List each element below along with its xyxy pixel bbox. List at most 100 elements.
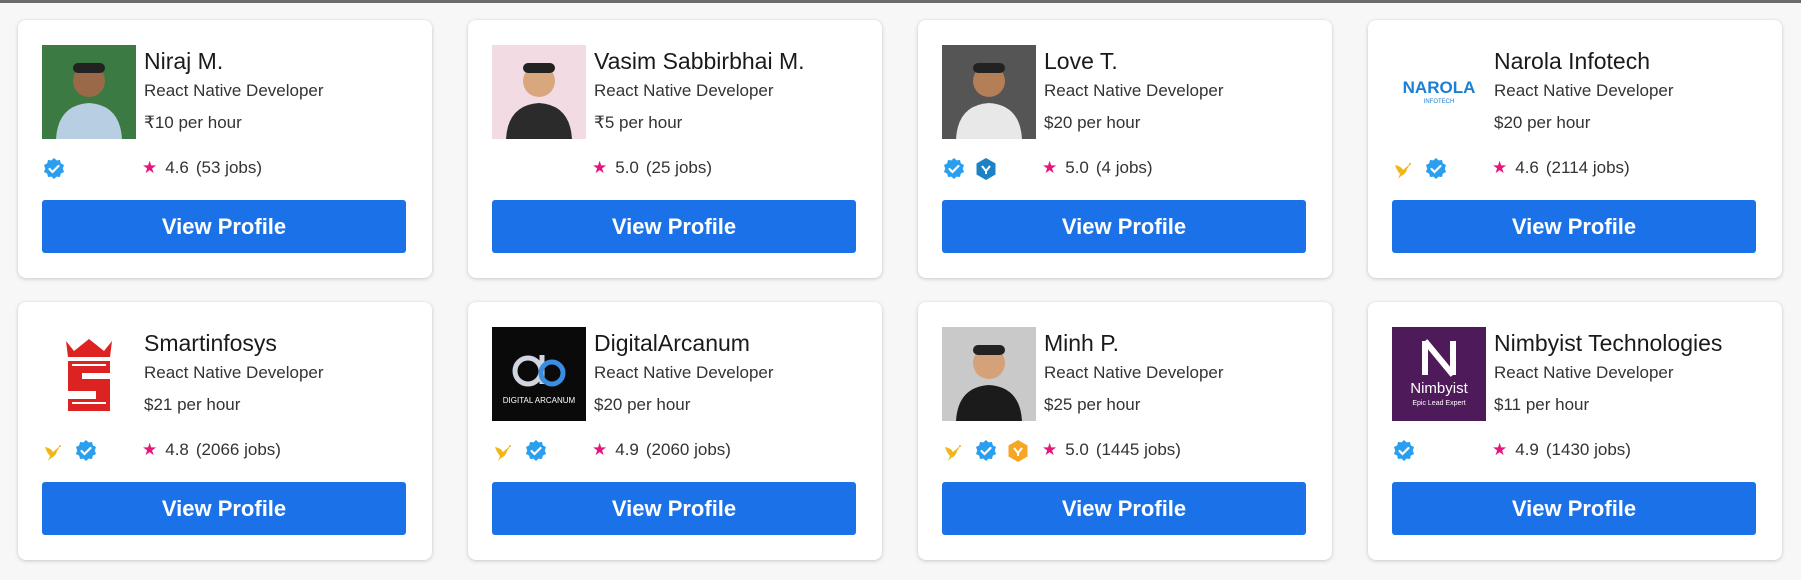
view-profile-button[interactable]: View Profile [42, 482, 406, 535]
jobs-count: (2066 jobs) [195, 440, 281, 459]
hourly-rate: $11 per hour [1494, 395, 1590, 414]
verified-icon [974, 439, 998, 463]
freelancer-role: React Native Developer [1044, 81, 1224, 100]
gold-badge-icon [1006, 439, 1030, 463]
digitalarcanum-logo[interactable]: DIGITAL ARCANUM [492, 327, 586, 421]
jobs-count: (53 jobs) [195, 158, 263, 177]
avatar[interactable] [942, 327, 1036, 421]
hummingbird-icon [942, 439, 966, 463]
jobs-count: (25 jobs) [645, 158, 713, 177]
jobs-count: (1445 jobs) [1095, 440, 1181, 459]
view-profile-button[interactable]: View Profile [492, 482, 856, 535]
verified-icon [74, 439, 98, 463]
freelancer-info: Niraj M. React Native Developer ₹10 per … [144, 46, 422, 134]
rating: ★ 5.0 (1445 jobs) [1042, 440, 1181, 460]
verified-icon [42, 157, 66, 181]
verified-icon [1424, 157, 1448, 181]
svg-text:Nimbyist: Nimbyist [1410, 380, 1468, 397]
freelancer-role: React Native Developer [1494, 81, 1674, 100]
badge-list [1392, 155, 1448, 183]
verified-icon [1392, 439, 1416, 463]
freelancer-card: Vasim Sabbirbhai M. React Native Develop… [468, 20, 882, 278]
freelancer-card: Smartinfosys React Native Developer $21 … [18, 302, 432, 560]
hourly-rate: $20 per hour [1494, 113, 1591, 132]
freelancer-info: Vasim Sabbirbhai M. React Native Develop… [594, 46, 872, 134]
view-profile-button[interactable]: View Profile [942, 482, 1306, 535]
nimbyist-logo[interactable]: Nimbyist Epic Lead Expert [1392, 327, 1486, 421]
hummingbird-icon [1392, 157, 1416, 181]
freelancer-info: Nimbyist Technologies React Native Devel… [1494, 328, 1772, 416]
freelancer-card: Niraj M. React Native Developer ₹10 per … [18, 20, 432, 278]
freelancer-grid: Niraj M. React Native Developer ₹10 per … [18, 20, 1782, 560]
star-icon: ★ [1492, 158, 1508, 177]
freelancer-card: Nimbyist Epic Lead Expert Nimbyist Techno… [1368, 302, 1782, 560]
star-icon: ★ [592, 440, 608, 459]
pro-badge-icon [974, 157, 998, 181]
freelancer-info: Smartinfosys React Native Developer $21 … [144, 328, 422, 416]
freelancer-role: React Native Developer [1044, 363, 1224, 382]
view-profile-button[interactable]: View Profile [42, 200, 406, 253]
rating-value: 5.0 [1065, 440, 1089, 459]
narola-logo-text: NAROLA [1403, 78, 1476, 97]
rating: ★ 4.6 (53 jobs) [142, 158, 262, 178]
rating-value: 5.0 [615, 158, 639, 177]
rating-value: 4.6 [165, 158, 189, 177]
view-profile-button[interactable]: View Profile [1392, 200, 1756, 253]
view-profile-button[interactable]: View Profile [492, 200, 856, 253]
freelancer-role: React Native Developer [144, 363, 324, 382]
badge-list [1392, 437, 1416, 465]
verified-icon [942, 157, 966, 181]
hourly-rate: $25 per hour [1044, 395, 1141, 414]
rating: ★ 5.0 (25 jobs) [592, 158, 712, 178]
avatar[interactable] [942, 45, 1036, 139]
view-profile-button[interactable]: View Profile [942, 200, 1306, 253]
badge-list [942, 437, 1030, 465]
freelancer-name[interactable]: Love T. [1044, 46, 1322, 76]
star-icon: ★ [592, 158, 608, 177]
freelancer-info: Love T. React Native Developer $20 per h… [1044, 46, 1322, 134]
svg-text:Epic Lead Expert: Epic Lead Expert [1412, 400, 1465, 407]
freelancer-card: Love T. React Native Developer $20 per h… [918, 20, 1332, 278]
badge-list [42, 155, 66, 183]
star-icon: ★ [1492, 440, 1508, 459]
rating-value: 4.6 [1515, 158, 1539, 177]
smartinfosys-logo[interactable] [42, 327, 136, 421]
top-border [0, 0, 1801, 3]
freelancer-role: React Native Developer [594, 81, 774, 100]
freelancer-info: DigitalArcanum React Native Developer $2… [594, 328, 872, 416]
view-profile-button[interactable]: View Profile [1392, 482, 1756, 535]
freelancer-card: Minh P. React Native Developer $25 per h… [918, 302, 1332, 560]
freelancer-role: React Native Developer [594, 363, 774, 382]
hourly-rate: $20 per hour [594, 395, 691, 414]
jobs-count: (4 jobs) [1095, 158, 1153, 177]
freelancer-name[interactable]: Minh P. [1044, 328, 1322, 358]
narola-logo[interactable]: NAROLA INFOTECH [1392, 45, 1486, 139]
freelancer-info: Minh P. React Native Developer $25 per h… [1044, 328, 1322, 416]
freelancer-card: DIGITAL ARCANUM DigitalArcanum React Nat… [468, 302, 882, 560]
badge-list [942, 155, 998, 183]
freelancer-name[interactable]: Niraj M. [144, 46, 422, 76]
freelancer-name[interactable]: Nimbyist Technologies [1494, 328, 1772, 358]
freelancer-name[interactable]: Vasim Sabbirbhai M. [594, 46, 872, 76]
rating-value: 4.8 [165, 440, 189, 459]
rating: ★ 5.0 (4 jobs) [1042, 158, 1153, 178]
hummingbird-icon [42, 439, 66, 463]
jobs-count: (2114 jobs) [1545, 158, 1630, 177]
hourly-rate: $21 per hour [144, 395, 241, 414]
rating: ★ 4.8 (2066 jobs) [142, 440, 281, 460]
freelancer-name[interactable]: Smartinfosys [144, 328, 422, 358]
freelancer-name[interactable]: Narola Infotech [1494, 46, 1772, 76]
star-icon: ★ [142, 158, 158, 177]
rating-value: 4.9 [1515, 440, 1539, 459]
hourly-rate: ₹5 per hour [594, 113, 683, 132]
rating: ★ 4.9 (1430 jobs) [1492, 440, 1631, 460]
svg-text:DIGITAL ARCANUM: DIGITAL ARCANUM [503, 396, 576, 405]
avatar[interactable] [492, 45, 586, 139]
avatar[interactable] [42, 45, 136, 139]
freelancer-name[interactable]: DigitalArcanum [594, 328, 872, 358]
badge-list [42, 437, 98, 465]
hourly-rate: ₹10 per hour [144, 113, 242, 132]
rating-value: 5.0 [1065, 158, 1089, 177]
jobs-count: (1430 jobs) [1545, 440, 1631, 459]
freelancer-role: React Native Developer [144, 81, 324, 100]
